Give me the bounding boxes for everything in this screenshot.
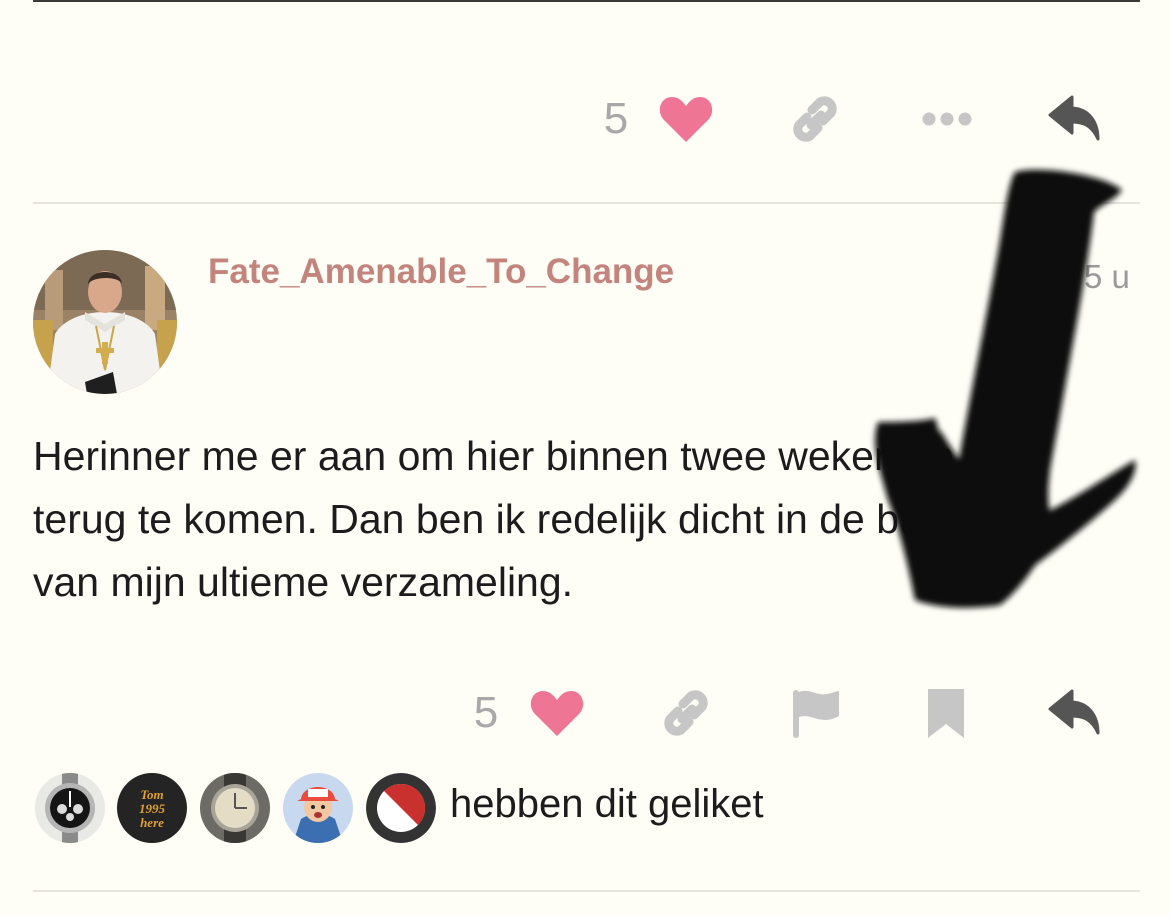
like-count[interactable]: 5 bbox=[596, 84, 636, 154]
user-avatar[interactable] bbox=[33, 250, 177, 394]
avatar-letter-mid: 1995 bbox=[139, 801, 166, 816]
heart-icon bbox=[659, 97, 713, 142]
like-button[interactable] bbox=[656, 84, 716, 154]
watch-avatar-image bbox=[200, 773, 270, 843]
copy-link-button[interactable] bbox=[655, 678, 717, 748]
cartoon-avatar-image bbox=[283, 773, 353, 843]
watch-avatar-image bbox=[35, 773, 105, 843]
copy-link-button[interactable] bbox=[784, 84, 846, 154]
post-content: Herinner me er aan om hier binnen twee w… bbox=[33, 425, 1113, 614]
post-line: van mijn ultieme verzameling. bbox=[33, 559, 574, 605]
liker-avatar[interactable] bbox=[200, 773, 270, 843]
liker-avatar[interactable]: Tom 1995 here bbox=[117, 773, 187, 843]
more-icon bbox=[922, 112, 972, 126]
bookmark-button[interactable] bbox=[918, 678, 974, 748]
link-icon bbox=[793, 96, 837, 142]
like-button[interactable] bbox=[527, 678, 587, 748]
badge-avatar-image bbox=[366, 773, 436, 843]
reply-button[interactable] bbox=[1044, 678, 1108, 748]
text-avatar-image: Tom 1995 here bbox=[117, 773, 187, 843]
liker-avatar[interactable] bbox=[366, 773, 436, 843]
reply-icon bbox=[1048, 689, 1100, 735]
post-actions: 5 bbox=[0, 678, 1170, 748]
post-line: Herinner me er aan om hier binnen twee w… bbox=[33, 433, 954, 479]
post-timestamp[interactable]: 5 u bbox=[1084, 258, 1130, 296]
bookmark-icon bbox=[928, 689, 964, 738]
reply-icon bbox=[1048, 95, 1100, 141]
flag-button[interactable] bbox=[786, 678, 846, 748]
link-icon bbox=[664, 690, 708, 736]
more-button[interactable] bbox=[916, 84, 978, 154]
avatar-image bbox=[33, 250, 177, 394]
post-divider bbox=[33, 202, 1140, 204]
likers-text: hebben dit geliket bbox=[450, 782, 764, 826]
liker-avatar[interactable] bbox=[35, 773, 105, 843]
avatar-letter-top: Tom bbox=[140, 787, 163, 802]
avatar-letter-bottom: here bbox=[140, 815, 164, 830]
heart-icon bbox=[530, 691, 584, 736]
reply-button[interactable] bbox=[1044, 84, 1108, 154]
top-divider bbox=[33, 0, 1140, 2]
liker-avatar[interactable] bbox=[283, 773, 353, 843]
like-count[interactable]: 5 bbox=[466, 678, 506, 748]
bottom-divider bbox=[33, 890, 1140, 892]
post-line: terug te komen. Dan ben ik redelijk dich… bbox=[33, 496, 970, 542]
username-link[interactable]: Fate_Amenable_To_Change bbox=[208, 252, 674, 292]
previous-post-actions: 5 bbox=[0, 84, 1170, 154]
flag-icon bbox=[793, 690, 839, 738]
topic-page: 5 Fate_Amenable_To_Change 5 u Herinner m… bbox=[0, 0, 1170, 916]
